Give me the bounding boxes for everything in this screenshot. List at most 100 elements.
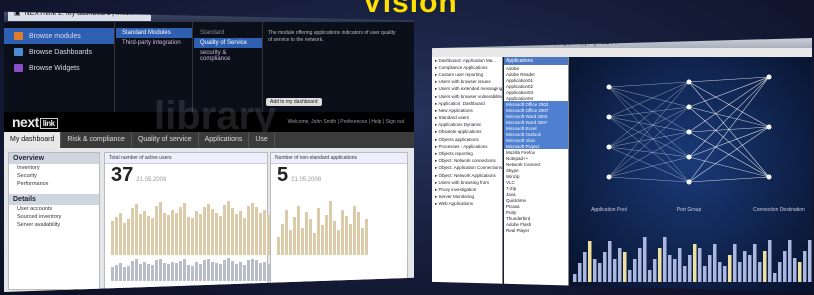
widget-date: 21.05.2008 <box>291 177 322 183</box>
dashboard-body: Overview Inventory Security Performance … <box>4 148 414 292</box>
histogram-bar <box>788 240 792 282</box>
chart-bar <box>175 263 178 281</box>
tree-item[interactable]: ▸ Proxy investigation <box>432 186 502 193</box>
histogram-bar <box>733 244 737 282</box>
graph-node[interactable] <box>686 154 692 160</box>
logo-text: next <box>12 114 39 130</box>
histogram-bar <box>743 251 747 282</box>
dashboard-sidebar: Overview Inventory Security Performance … <box>8 152 100 290</box>
tree-item[interactable]: ▸ Users with browsing from <box>432 179 502 186</box>
close-icon[interactable]: ✕ <box>139 12 145 21</box>
tree-item[interactable]: ▸ Users with browser issues <box>432 79 502 86</box>
histogram-bar <box>693 244 697 282</box>
graph-node[interactable] <box>766 74 772 80</box>
chart-bar <box>147 215 150 255</box>
chart-bar <box>353 205 356 255</box>
sidebar-item-server-availability[interactable]: Server availability <box>9 221 99 229</box>
axis-label-port-group: Port Group <box>676 207 702 213</box>
submenu-third-party[interactable]: Third-party integration <box>116 38 192 48</box>
connection-graph[interactable]: Application Pool Port Group Connection D… <box>569 57 812 292</box>
chart-bar <box>111 266 114 281</box>
application-list[interactable]: Applications Adobe Adobe Reader Applicatio… <box>504 57 569 292</box>
histogram-bar <box>728 255 732 282</box>
sidebar-item-sourced-inventory[interactable]: Sourced inventory <box>9 213 99 221</box>
tree-item[interactable]: ▸ Standard users <box>432 115 502 122</box>
nexthink-dashboard-window: ▣ NEXThink 2: My dashboard | Inve... ✕ B… <box>4 11 414 292</box>
tree-item[interactable]: ▸ Dashboard: Application Ma... <box>432 57 502 64</box>
tab-quality-of-service[interactable]: Quality of service <box>132 132 199 148</box>
graph-node[interactable] <box>766 174 772 180</box>
submenu-standard-modules[interactable]: Standard Modules <box>116 28 192 38</box>
tree-item[interactable]: ▸ Application: Dashboard <box>432 100 502 107</box>
sidebar-item-user-accounts[interactable]: User accounts <box>9 205 99 213</box>
tree-item[interactable]: ▸ Applications Dynamic <box>432 122 502 129</box>
histogram-bar <box>738 262 742 282</box>
histogram-bar <box>778 262 782 282</box>
sidebar-item-security[interactable]: Security <box>9 172 99 180</box>
graph-edge <box>608 156 690 178</box>
submenu-security-compliance[interactable]: security & compliance <box>194 48 262 64</box>
chart-bar <box>227 258 230 281</box>
graph-node[interactable] <box>686 104 692 110</box>
list-item[interactable]: Real Player <box>504 227 568 233</box>
tree-item[interactable]: ▸ Users with browser vulnerabilities <box>432 93 502 100</box>
tree-item[interactable]: ▸ Object: Network connections <box>432 158 502 165</box>
tab-applications[interactable]: Applications <box>199 132 250 148</box>
graph-node[interactable] <box>686 179 692 185</box>
investigation-tree[interactable]: ▸ Dashboard: Application Ma... ▸ Complian… <box>432 57 503 292</box>
active-users-count: 37 <box>111 164 134 186</box>
tree-item[interactable]: ▸ Obsolete applications <box>432 129 502 136</box>
graph-node[interactable] <box>606 114 612 120</box>
chart-bar <box>365 219 368 255</box>
widgets-icon <box>14 64 23 72</box>
chart-bar <box>301 228 304 255</box>
histogram-bar <box>628 270 632 282</box>
graph-node[interactable] <box>606 144 612 150</box>
tree-item[interactable]: ▸ Server Monitoring <box>432 194 502 201</box>
tree-item[interactable]: ▸ Objects applications <box>432 136 502 143</box>
graph-node[interactable] <box>686 129 692 135</box>
chart-bar <box>247 205 250 255</box>
menu-item-browse-modules[interactable]: Browse modules <box>4 28 114 44</box>
active-users-secondary-bars <box>111 257 282 281</box>
graph-edge <box>688 176 770 183</box>
histogram-bar <box>673 259 677 282</box>
modules-icon <box>14 32 23 40</box>
chart-bar <box>285 210 288 255</box>
graph-node[interactable] <box>686 79 692 85</box>
chart-bar <box>305 211 308 255</box>
menu-item-browse-dashboards[interactable]: Browse Dashboards <box>4 44 114 60</box>
histogram-bar <box>698 248 702 282</box>
sidebar-item-inventory[interactable]: Inventory <box>9 164 99 172</box>
graph-node[interactable] <box>606 84 612 90</box>
tab-use[interactable]: Use <box>249 132 275 148</box>
tab-my-dashboard[interactable]: My dashboard <box>4 132 62 148</box>
tree-item[interactable]: ▸ Processes - Applications <box>432 143 502 150</box>
chart-bar <box>159 202 162 255</box>
nonstandard-apps-count: 5 <box>277 164 289 186</box>
axis-label-destination: Connection Destination <box>753 207 805 213</box>
histogram-bar <box>663 237 667 282</box>
chart-bar <box>191 265 194 281</box>
tab-risk-compliance[interactable]: Risk & compliance <box>61 132 132 148</box>
chart-bar <box>357 211 360 255</box>
dashboards-icon <box>14 48 23 56</box>
tree-item[interactable]: ▸ Web Applications <box>432 201 502 208</box>
submenu-quality-of-service[interactable]: Quality of Service <box>194 38 262 48</box>
tree-item[interactable]: ▸ New Applications <box>432 107 502 114</box>
sidebar-item-performance[interactable]: Performance <box>9 180 99 188</box>
browser-tab[interactable]: ▣ NEXThink 2: My dashboard | Inve... ✕ <box>8 11 151 21</box>
menu-item-browse-widgets[interactable]: Browse Widgets <box>4 60 114 76</box>
chart-bar <box>195 262 198 281</box>
graph-node[interactable] <box>766 124 772 130</box>
user-links[interactable]: Welcome, John Smith | Preferences | Help… <box>288 119 404 125</box>
tree-item[interactable]: ▸ Object: Application Connections <box>432 165 502 172</box>
tree-item[interactable]: ▸ Compliance Applications <box>432 64 502 71</box>
download-link[interactable]: Download <box>381 281 403 287</box>
graph-edge <box>608 176 690 183</box>
tree-item[interactable]: ▸ Users with extended messaging <box>432 86 502 93</box>
graph-node[interactable] <box>606 174 612 180</box>
tree-item[interactable]: ▸ Custom user reporting <box>432 71 502 78</box>
tree-item[interactable]: ▸ Object: Network Applications <box>432 172 502 179</box>
tree-item[interactable]: ▸ Objects reporting <box>432 150 502 157</box>
